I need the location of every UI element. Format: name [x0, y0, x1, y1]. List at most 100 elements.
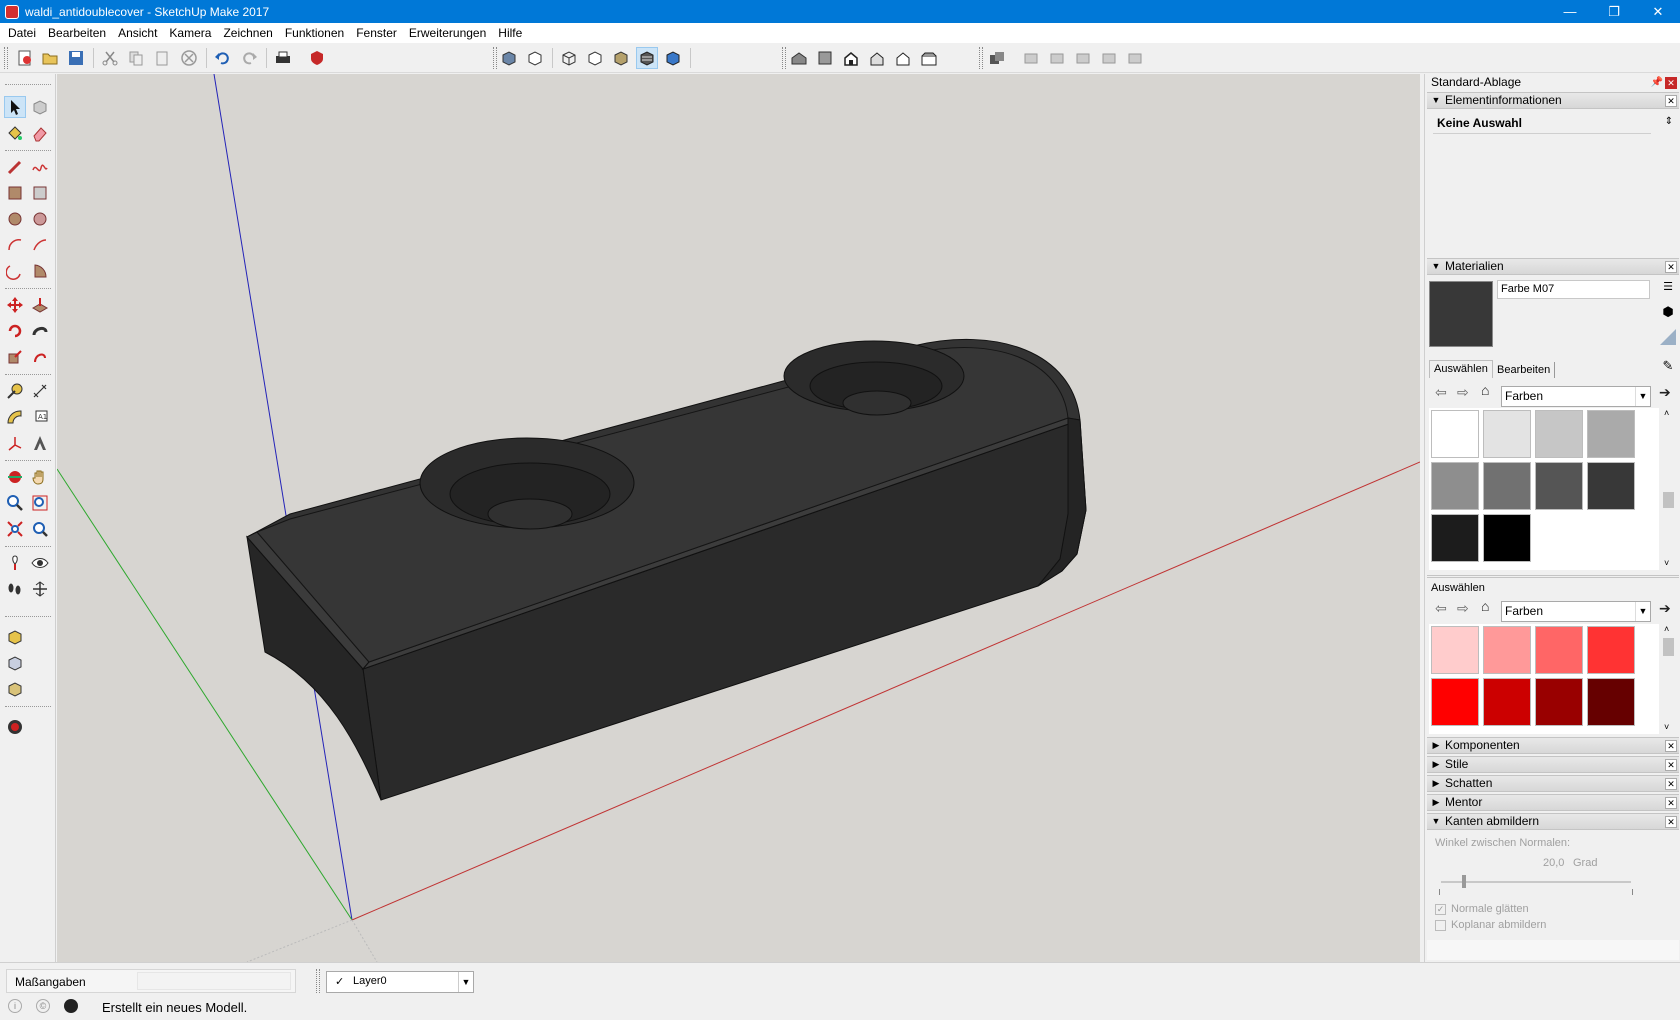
red-material-swatch[interactable]: [1483, 678, 1531, 726]
toolbar-grip[interactable]: [4, 47, 8, 69]
axes-icon[interactable]: [4, 432, 26, 454]
section-plane-icon[interactable]: [29, 578, 51, 600]
toolbar-grip[interactable]: [5, 706, 51, 707]
layer-select[interactable]: ✓ Layer0 ▼: [326, 971, 474, 993]
offset-icon[interactable]: [29, 346, 51, 368]
soften-edges-section-header[interactable]: ▼ Kanten abmildern ✕: [1427, 813, 1679, 830]
forward-arrow-icon[interactable]: ⇨: [1457, 600, 1469, 617]
toolbar-grip[interactable]: [5, 84, 51, 85]
3d-warehouse-icon[interactable]: [4, 626, 26, 648]
tab-select[interactable]: Auswählen: [1429, 360, 1493, 378]
gray-material-swatch[interactable]: [1431, 514, 1479, 562]
swatch-scrollbar[interactable]: ˄ ˅: [1661, 408, 1676, 570]
entity-details-toggle-icon[interactable]: ⇕: [1663, 116, 1675, 130]
xray-view-icon[interactable]: [498, 47, 520, 69]
home-icon[interactable]: ⌂: [1481, 598, 1489, 614]
extension-warehouse-icon[interactable]: [4, 652, 26, 674]
polygon-icon[interactable]: [29, 208, 51, 230]
collection-select[interactable]: Farben ▼: [1501, 386, 1651, 407]
open-folder-icon[interactable]: [39, 47, 61, 69]
section-close-icon[interactable]: ✕: [1665, 740, 1677, 752]
save-icon[interactable]: [65, 47, 87, 69]
solid-tools-icon[interactable]: [986, 47, 1008, 69]
scroll-down-icon[interactable]: ˅: [1664, 558, 1669, 568]
details-arrow-icon[interactable]: ➔: [1659, 384, 1671, 401]
shadows-section-header[interactable]: ▶ Schatten ✕: [1427, 775, 1679, 792]
section-close-icon[interactable]: ✕: [1665, 778, 1677, 790]
back-edges-icon[interactable]: [524, 47, 546, 69]
smooth-normals-checkbox[interactable]: ✓: [1435, 903, 1446, 915]
rectangle-icon[interactable]: [4, 182, 26, 204]
materials-section-header[interactable]: ▼ Materialien ✕: [1427, 258, 1679, 275]
measurements-input[interactable]: [137, 972, 291, 990]
create-material-icon[interactable]: ⬢: [1659, 304, 1677, 322]
menu-hilfe[interactable]: Hilfe: [492, 23, 528, 43]
three-point-arc-icon[interactable]: [4, 260, 26, 282]
model-info-icon[interactable]: [306, 47, 328, 69]
follow-me-icon[interactable]: [29, 320, 51, 342]
pin-icon[interactable]: 📌: [1651, 74, 1663, 91]
section-close-icon[interactable]: ✕: [1665, 759, 1677, 771]
zoom-window-icon[interactable]: [29, 492, 51, 514]
menu-zeichnen[interactable]: Zeichnen: [217, 23, 278, 43]
angle-slider-thumb[interactable]: [1461, 875, 1466, 888]
section-close-icon[interactable]: ✕: [1665, 797, 1677, 809]
3d-text-icon[interactable]: [29, 432, 51, 454]
gray-material-swatch[interactable]: [1535, 462, 1583, 510]
scroll-down-icon[interactable]: ˅: [1664, 722, 1669, 732]
styles-section-header[interactable]: ▶ Stile ✕: [1427, 756, 1679, 773]
toolbar-grip[interactable]: [5, 616, 51, 617]
iso-view-icon[interactable]: [788, 47, 810, 69]
trim-icon[interactable]: [1124, 47, 1146, 69]
material-details-icon[interactable]: ☰: [1661, 280, 1675, 296]
gray-material-swatch[interactable]: [1431, 410, 1479, 458]
close-button[interactable]: ✕: [1636, 0, 1680, 23]
text-icon[interactable]: A1: [29, 406, 51, 428]
menu-ansicht[interactable]: Ansicht: [112, 23, 163, 43]
menu-kamera[interactable]: Kamera: [163, 23, 217, 43]
zoom-icon[interactable]: [4, 492, 26, 514]
union-icon[interactable]: [1072, 47, 1094, 69]
pie-icon[interactable]: [29, 260, 51, 282]
toolbar-grip[interactable]: [979, 47, 983, 69]
scale-icon[interactable]: [4, 346, 26, 368]
credits-icon[interactable]: ©: [36, 999, 50, 1013]
minimize-button[interactable]: —: [1548, 0, 1592, 23]
red-material-swatch[interactable]: [1535, 626, 1583, 674]
swatch-scrollbar[interactable]: ˄ ˅: [1661, 624, 1676, 734]
new-model-icon[interactable]: [14, 47, 36, 69]
menu-erweiterungen[interactable]: Erweiterungen: [403, 23, 492, 43]
dimension-icon[interactable]: [29, 380, 51, 402]
red-material-swatch[interactable]: [1587, 678, 1635, 726]
red-material-swatch[interactable]: [1431, 626, 1479, 674]
panel-splitter[interactable]: [1427, 575, 1679, 578]
cut-icon[interactable]: [99, 47, 121, 69]
geo-location-icon[interactable]: i: [8, 999, 22, 1013]
gray-material-swatch[interactable]: [1535, 410, 1583, 458]
red-material-swatch[interactable]: [1431, 678, 1479, 726]
scroll-thumb[interactable]: [1663, 638, 1674, 656]
menu-datei[interactable]: Datei: [2, 23, 42, 43]
circle-icon[interactable]: [4, 208, 26, 230]
tape-measure-icon[interactable]: [4, 380, 26, 402]
entity-info-section-header[interactable]: ▼ Elementinformationen ✕: [1427, 92, 1679, 109]
freehand-icon[interactable]: [29, 156, 51, 178]
details-arrow-icon[interactable]: ➔: [1659, 600, 1671, 617]
gray-material-swatch[interactable]: [1483, 462, 1531, 510]
angle-slider-track[interactable]: [1441, 875, 1631, 888]
eraser-icon[interactable]: [29, 122, 51, 144]
paste-icon[interactable]: [151, 47, 173, 69]
shaded-icon[interactable]: [610, 47, 632, 69]
make-component-icon[interactable]: [29, 96, 51, 118]
position-camera-icon[interactable]: [4, 552, 26, 574]
paint-bucket-icon[interactable]: [4, 122, 26, 144]
restore-button[interactable]: ❐: [1592, 0, 1636, 23]
intersect-icon[interactable]: [1046, 47, 1068, 69]
top-view-icon[interactable]: [814, 47, 836, 69]
menu-funktionen[interactable]: Funktionen: [279, 23, 350, 43]
back-view-icon[interactable]: [892, 47, 914, 69]
red-material-swatch[interactable]: [1483, 626, 1531, 674]
material-name-field[interactable]: Farbe M07: [1497, 280, 1650, 299]
share-component-icon[interactable]: [4, 678, 26, 700]
gray-material-swatch[interactable]: [1431, 462, 1479, 510]
